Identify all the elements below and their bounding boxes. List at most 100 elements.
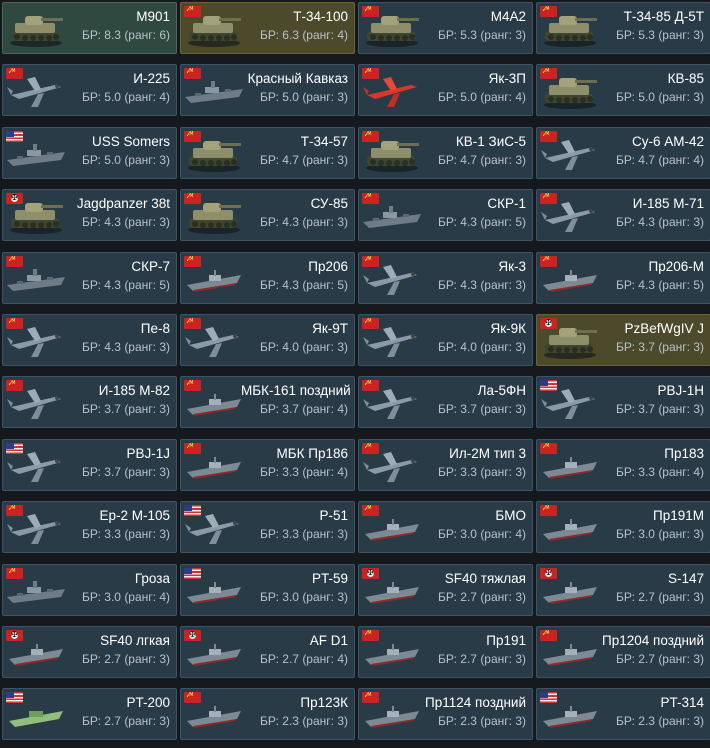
vehicle-card[interactable]: AF D1 БР: 2.7 (ранг: 4): [180, 626, 355, 678]
vehicle-card[interactable]: СКР-7 БР: 4.3 (ранг: 5): [2, 251, 177, 304]
vehicle-card[interactable]: Як-9К БР: 4.0 (ранг: 3): [358, 314, 533, 366]
plane-icon: [539, 196, 601, 236]
vehicle-card[interactable]: M901 БР: 8.3 (ранг: 6): [2, 2, 177, 54]
vehicle-name: Як-3П: [488, 71, 526, 87]
vehicle-card[interactable]: И-185 М-82 БР: 3.7 (ранг: 3): [2, 376, 177, 429]
battle-rating: БР: 4.7 (ранг: 4): [616, 152, 704, 167]
battle-rating: БР: 5.0 (ранг: 4): [438, 90, 526, 105]
vehicle-name: PzBefWgIV J: [624, 321, 704, 336]
vehicle-card[interactable]: БМО БР: 3.0 (ранг: 4): [358, 501, 533, 554]
vehicle-card[interactable]: И-185 М-71 БР: 4.3 (ранг: 3): [536, 189, 710, 242]
vehicle-name: Пе-8: [140, 321, 170, 336]
vehicle-card[interactable]: Як-3П БР: 5.0 (ранг: 4): [358, 64, 533, 117]
vehicle-card[interactable]: МБК-161 поздний БР: 3.7 (ранг: 4): [180, 376, 355, 429]
vehicle-card[interactable]: Ил-2М тип 3 БР: 3.3 (ранг: 3): [358, 438, 533, 491]
vehicle-card[interactable]: Ер-2 М-105 БР: 3.3 (ранг: 3): [2, 501, 177, 554]
boat-icon: [539, 508, 601, 548]
vehicle-card[interactable]: Пе-8 БР: 4.3 (ранг: 3): [2, 314, 177, 366]
battle-rating: БР: 4.3 (ранг: 3): [260, 215, 348, 230]
battle-rating: БР: 4.7 (ранг: 3): [260, 152, 348, 167]
vehicle-card[interactable]: SF40 лгкая БР: 2.7 (ранг: 3): [2, 626, 177, 678]
vehicle-card[interactable]: Пр191М БР: 3.0 (ранг: 3): [536, 501, 710, 554]
vehicle-name: PBJ-1J: [126, 445, 170, 461]
battle-rating: БР: 3.3 (ранг: 4): [260, 464, 348, 479]
battle-rating: БР: 4.3 (ранг: 5): [82, 277, 170, 292]
vehicle-name: СКР-1: [487, 196, 526, 212]
vehicle-card[interactable]: PBJ-1J БР: 3.7 (ранг: 3): [2, 438, 177, 491]
vehicle-name: Як-9К: [490, 321, 526, 336]
vehicle-card[interactable]: Красный Кавказ БР: 5.0 (ранг: 3): [180, 64, 355, 117]
battle-rating: БР: 3.3 (ранг: 3): [438, 464, 526, 479]
tank-icon: [5, 9, 67, 49]
vehicle-card[interactable]: Пр1204 поздний БР: 2.7 (ранг: 3): [536, 626, 710, 678]
vehicle-card[interactable]: Пр183 БР: 3.3 (ранг: 4): [536, 438, 710, 491]
vehicle-name: M4A2: [490, 9, 526, 24]
vehicle-card[interactable]: Ла-5ФН БР: 3.7 (ранг: 3): [358, 376, 533, 429]
vehicle-card[interactable]: PBJ-1H БР: 3.7 (ранг: 3): [536, 376, 710, 429]
vehicle-card[interactable]: КВ-1 ЗиС-5 БР: 4.7 (ранг: 3): [358, 126, 533, 179]
battle-rating: БР: 2.3 (ранг: 3): [438, 714, 526, 729]
ship-icon: [5, 134, 67, 174]
vehicle-card[interactable]: P-51 БР: 3.3 (ранг: 3): [180, 501, 355, 554]
battle-rating: БР: 3.3 (ранг: 3): [260, 527, 348, 542]
vehicle-card[interactable]: PzBefWgIV J БР: 3.7 (ранг: 3): [536, 314, 710, 366]
vehicle-card[interactable]: Т-34-100 БР: 6.3 (ранг: 4): [180, 2, 355, 54]
boat-icon: [183, 259, 245, 299]
vehicle-card[interactable]: Як-9Т БР: 4.0 (ранг: 3): [180, 314, 355, 366]
battle-rating: БР: 3.7 (ранг: 3): [616, 402, 704, 417]
vehicle-card[interactable]: USS Somers БР: 5.0 (ранг: 3): [2, 126, 177, 179]
vehicle-card[interactable]: Гроза БР: 3.0 (ранг: 4): [2, 563, 177, 616]
vehicle-name: P-51: [319, 508, 348, 524]
battle-rating: БР: 2.3 (ранг: 3): [260, 714, 348, 729]
boat-icon: [361, 571, 423, 611]
plane-icon: [361, 259, 423, 299]
tank-icon: [361, 9, 423, 49]
plane-icon: [361, 71, 423, 111]
vehicle-grid: M901 БР: 8.3 (ранг: 6) Т-34-100 БР: 6.3 (ра…: [0, 0, 710, 748]
vehicle-card[interactable]: И-225 БР: 5.0 (ранг: 4): [2, 64, 177, 117]
vehicle-name: СКР-7: [131, 258, 170, 274]
vehicle-card[interactable]: PT-314 БР: 2.3 (ранг: 3): [536, 688, 710, 741]
vehicle-card[interactable]: Пр206 БР: 4.3 (ранг: 5): [180, 251, 355, 304]
vehicle-card[interactable]: КВ-85 БР: 5.0 (ранг: 3): [536, 64, 710, 117]
battle-rating: БР: 2.7 (ранг: 3): [616, 589, 704, 604]
tank-icon: [361, 134, 423, 174]
battle-rating: БР: 4.3 (ранг: 3): [82, 215, 170, 230]
vehicle-card[interactable]: Су-6 АМ-42 БР: 4.7 (ранг: 4): [536, 126, 710, 179]
vehicle-card[interactable]: M4A2 БР: 5.3 (ранг: 3): [358, 2, 533, 54]
battle-rating: БР: 3.7 (ранг: 4): [260, 402, 348, 417]
vehicle-card[interactable]: Пр1124 поздний БР: 2.3 (ранг: 3): [358, 688, 533, 741]
vehicle-card[interactable]: Jagdpanzer 38t БР: 4.3 (ранг: 3): [2, 189, 177, 242]
ship-icon: [5, 259, 67, 299]
battle-rating: БР: 5.3 (ранг: 3): [616, 28, 704, 42]
battle-rating: БР: 3.0 (ранг: 4): [438, 527, 526, 542]
battle-rating: БР: 5.0 (ранг: 3): [82, 152, 170, 167]
battle-rating: БР: 2.7 (ранг: 3): [616, 652, 704, 666]
boat-icon: [183, 633, 245, 673]
vehicle-name: S-147: [667, 570, 704, 586]
boat-icon: [539, 633, 601, 673]
vehicle-name: Як-9Т: [312, 321, 348, 336]
vehicle-card[interactable]: Пр206-М БР: 4.3 (ранг: 5): [536, 251, 710, 304]
vehicle-card[interactable]: Як-3 БР: 4.3 (ранг: 3): [358, 251, 533, 304]
battle-rating: БР: 3.0 (ранг: 3): [260, 589, 348, 604]
vehicle-card[interactable]: PT-200 БР: 2.7 (ранг: 3): [2, 688, 177, 741]
vehicle-card[interactable]: SF40 тяжлая БР: 2.7 (ранг: 3): [358, 563, 533, 616]
vehicle-card[interactable]: Пр191 БР: 2.7 (ранг: 3): [358, 626, 533, 678]
vehicle-card[interactable]: СКР-1 БР: 4.3 (ранг: 5): [358, 189, 533, 242]
vehicle-name: Пр206: [308, 258, 348, 274]
battle-rating: БР: 3.0 (ранг: 4): [82, 589, 170, 604]
vehicle-name: AF D1: [309, 633, 348, 648]
vehicle-card[interactable]: МБК Пр186 БР: 3.3 (ранг: 4): [180, 438, 355, 491]
vehicle-card[interactable]: Т-34-57 БР: 4.7 (ранг: 3): [180, 126, 355, 179]
vehicle-card[interactable]: Пр123К БР: 2.3 (ранг: 3): [180, 688, 355, 741]
vehicle-card[interactable]: PT-59 БР: 3.0 (ранг: 3): [180, 563, 355, 616]
vehicle-name: Пр1124 поздний: [425, 695, 526, 711]
battle-rating: БР: 5.3 (ранг: 3): [438, 28, 526, 42]
boat-icon: [183, 383, 245, 423]
boat-icon: [361, 633, 423, 673]
vehicle-card[interactable]: S-147 БР: 2.7 (ранг: 3): [536, 563, 710, 616]
vehicle-card[interactable]: СУ-85 БР: 4.3 (ранг: 3): [180, 189, 355, 242]
vehicle-card[interactable]: Т-34-85 Д-5Т БР: 5.3 (ранг: 3): [536, 2, 710, 54]
battle-rating: БР: 8.3 (ранг: 6): [82, 28, 170, 42]
